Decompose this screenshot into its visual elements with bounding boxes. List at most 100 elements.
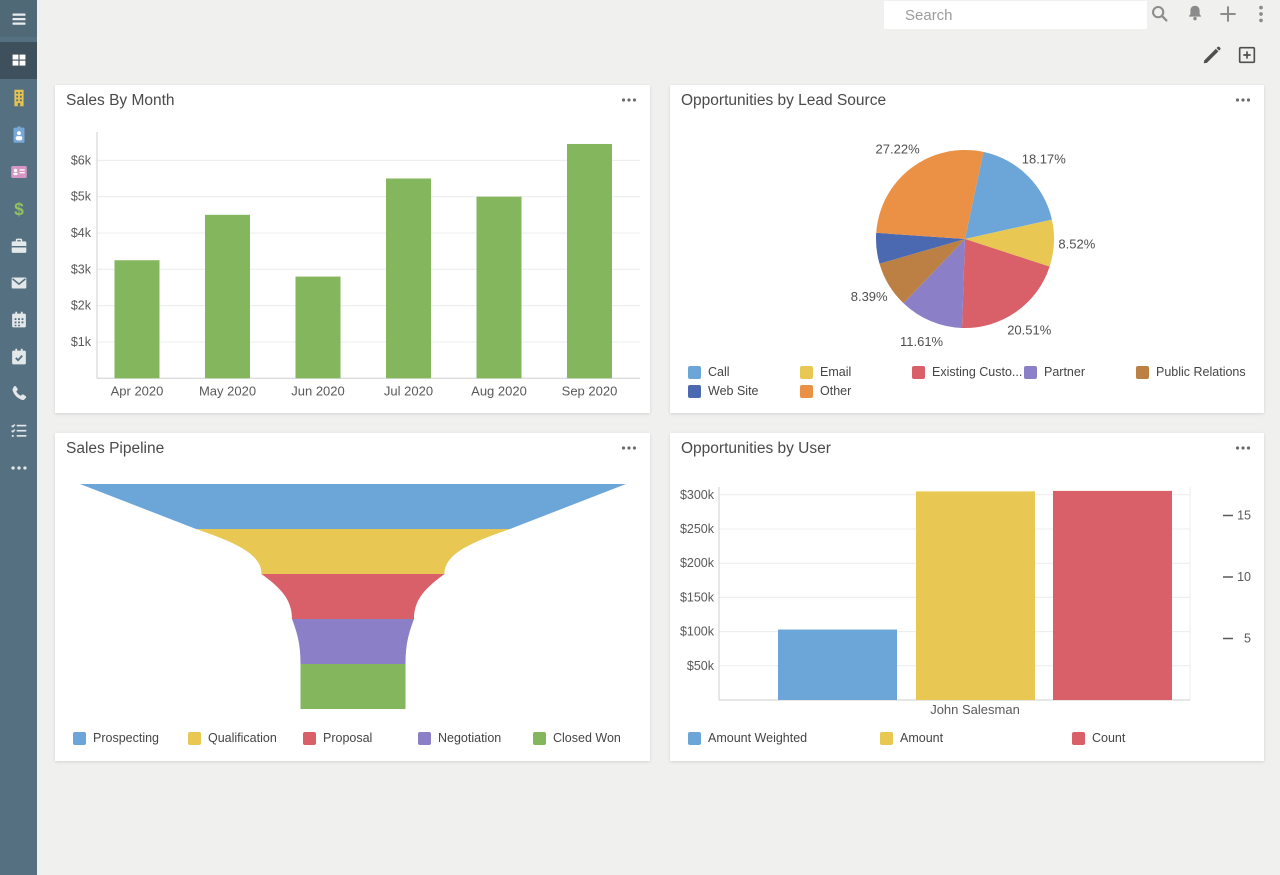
lead-source-legend-item-3[interactable]: Partner xyxy=(1024,365,1085,379)
add-dashlet-icon[interactable] xyxy=(1236,44,1258,66)
legend-swatch xyxy=(688,732,701,745)
dollar-icon: $ xyxy=(8,198,30,220)
sidebar-item-leads[interactable] xyxy=(0,153,37,190)
sidebar-item-calendar[interactable] xyxy=(0,301,37,338)
plus-icon[interactable] xyxy=(1217,3,1239,25)
user-legend-item-2[interactable]: Count xyxy=(1072,731,1125,745)
kebab-icon[interactable] xyxy=(1250,3,1272,25)
panel-opportunities-by-user: Opportunities by User $50k$100k$150k$200… xyxy=(670,433,1264,761)
sidebar-item-calls[interactable] xyxy=(0,375,37,412)
id-badge-icon xyxy=(8,124,30,146)
legend-label: Proposal xyxy=(323,731,372,745)
legend-label: Negotiation xyxy=(438,731,501,745)
sidebar-item-meetings[interactable] xyxy=(0,338,37,375)
lead-source-legend-item-1[interactable]: Email xyxy=(800,365,851,379)
funnel-stage-0[interactable] xyxy=(80,484,626,529)
sidebar-item-cases[interactable] xyxy=(0,227,37,264)
left-tick-label: $250k xyxy=(680,522,715,536)
legend-label: Amount Weighted xyxy=(708,731,807,745)
legend-label: Amount xyxy=(900,731,943,745)
x-tick-label: May 2020 xyxy=(199,383,256,398)
legend-label: Email xyxy=(820,365,851,379)
pipeline-legend-item-0[interactable]: Prospecting xyxy=(73,731,159,745)
right-tick-label: 15 xyxy=(1237,509,1251,523)
address-card-icon xyxy=(8,161,30,183)
x-category-label: John Salesman xyxy=(930,702,1020,717)
sidebar-item-contacts[interactable] xyxy=(0,116,37,153)
y-tick-label: $5k xyxy=(71,190,92,204)
pie-pct-label: 8.39% xyxy=(851,289,888,304)
legend-swatch xyxy=(800,385,813,398)
tasks-icon xyxy=(8,420,30,442)
legend-swatch xyxy=(188,732,201,745)
lead-source-legend-item-0[interactable]: Call xyxy=(688,365,730,379)
sidebar-item-dashboard[interactable] xyxy=(0,42,37,79)
funnel-stage-3[interactable] xyxy=(292,619,414,664)
lead-source-legend-item-6[interactable]: Other xyxy=(800,384,851,398)
bar-May 2020[interactable] xyxy=(205,215,250,378)
legend-label: Prospecting xyxy=(93,731,159,745)
phone-icon xyxy=(8,383,30,405)
legend-swatch xyxy=(800,366,813,379)
sidebar-item-more[interactable] xyxy=(0,449,37,486)
pie-pct-label: 11.61% xyxy=(900,334,944,349)
legend-label: Existing Custo... xyxy=(932,365,1022,379)
left-tick-label: $100k xyxy=(680,625,715,639)
funnel-stage-4[interactable] xyxy=(301,664,406,709)
y-tick-label: $6k xyxy=(71,153,92,167)
y-tick-label: $4k xyxy=(71,226,92,240)
bar-amount-weighted[interactable] xyxy=(778,630,897,700)
pie-slice-6[interactable] xyxy=(876,150,983,239)
lead-source-legend-item-5[interactable]: Web Site xyxy=(688,384,759,398)
bar-amount[interactable] xyxy=(916,491,1035,700)
right-tick-label: 10 xyxy=(1237,570,1251,584)
search-input[interactable] xyxy=(884,1,1147,29)
pie-pct-label: 27.22% xyxy=(876,142,921,157)
pencil-icon[interactable] xyxy=(1201,44,1223,66)
sidebar-item-opportunities[interactable]: $ xyxy=(0,190,37,227)
left-tick-label: $300k xyxy=(680,488,715,502)
funnel-stage-2[interactable] xyxy=(262,574,445,619)
legend-swatch xyxy=(303,732,316,745)
pipeline-legend-item-3[interactable]: Negotiation xyxy=(418,731,501,745)
right-tick-label: 5 xyxy=(1244,632,1251,646)
legend-swatch xyxy=(688,385,701,398)
funnel-stage-1[interactable] xyxy=(196,529,510,574)
pipeline-legend-item-1[interactable]: Qualification xyxy=(188,731,277,745)
bar-Sep 2020[interactable] xyxy=(567,144,612,378)
legend-label: Count xyxy=(1092,731,1125,745)
bar-Jun 2020[interactable] xyxy=(296,277,341,379)
lead-source-legend-item-4[interactable]: Public Relations xyxy=(1136,365,1246,379)
y-tick-label: $3k xyxy=(71,262,92,276)
sidebar-menu-toggle[interactable] xyxy=(0,0,37,37)
bar-Apr 2020[interactable] xyxy=(115,260,160,378)
legend-swatch xyxy=(1136,366,1149,379)
legend-swatch xyxy=(880,732,893,745)
sidebar-item-tasks[interactable] xyxy=(0,412,37,449)
legend-swatch xyxy=(1072,732,1085,745)
opportunities-by-user-chart: $50k$100k$150k$200k$250k$300k51015John S… xyxy=(670,433,1264,761)
legend-label: Public Relations xyxy=(1156,365,1246,379)
lead-source-legend-item-2[interactable]: Existing Custo... xyxy=(912,365,1022,379)
panel-opportunities-by-lead-source: Opportunities by Lead Source 18.17%8.52%… xyxy=(670,85,1264,413)
search-icon[interactable] xyxy=(1149,3,1171,25)
left-tick-label: $200k xyxy=(680,556,715,570)
bar-count[interactable] xyxy=(1053,491,1172,700)
legend-swatch xyxy=(73,732,86,745)
user-legend-item-0[interactable]: Amount Weighted xyxy=(688,731,807,745)
bell-icon[interactable] xyxy=(1184,3,1206,25)
pipeline-legend-item-4[interactable]: Closed Won xyxy=(533,731,621,745)
x-tick-label: Aug 2020 xyxy=(471,383,527,398)
pie-pct-label: 20.51% xyxy=(1007,323,1052,338)
user-legend-item-1[interactable]: Amount xyxy=(880,731,943,745)
pipeline-legend-item-2[interactable]: Proposal xyxy=(303,731,372,745)
legend-swatch xyxy=(533,732,546,745)
panel-sales-by-month: Sales By Month $1k$2k$3k$4k$5k$6kApr 202… xyxy=(55,85,650,413)
x-tick-label: Sep 2020 xyxy=(562,383,618,398)
bar-Aug 2020[interactable] xyxy=(477,197,522,379)
bar-Jul 2020[interactable] xyxy=(386,178,431,378)
legend-swatch xyxy=(1024,366,1037,379)
legend-label: Closed Won xyxy=(553,731,621,745)
sidebar-item-accounts[interactable] xyxy=(0,79,37,116)
sidebar-item-emails[interactable] xyxy=(0,264,37,301)
